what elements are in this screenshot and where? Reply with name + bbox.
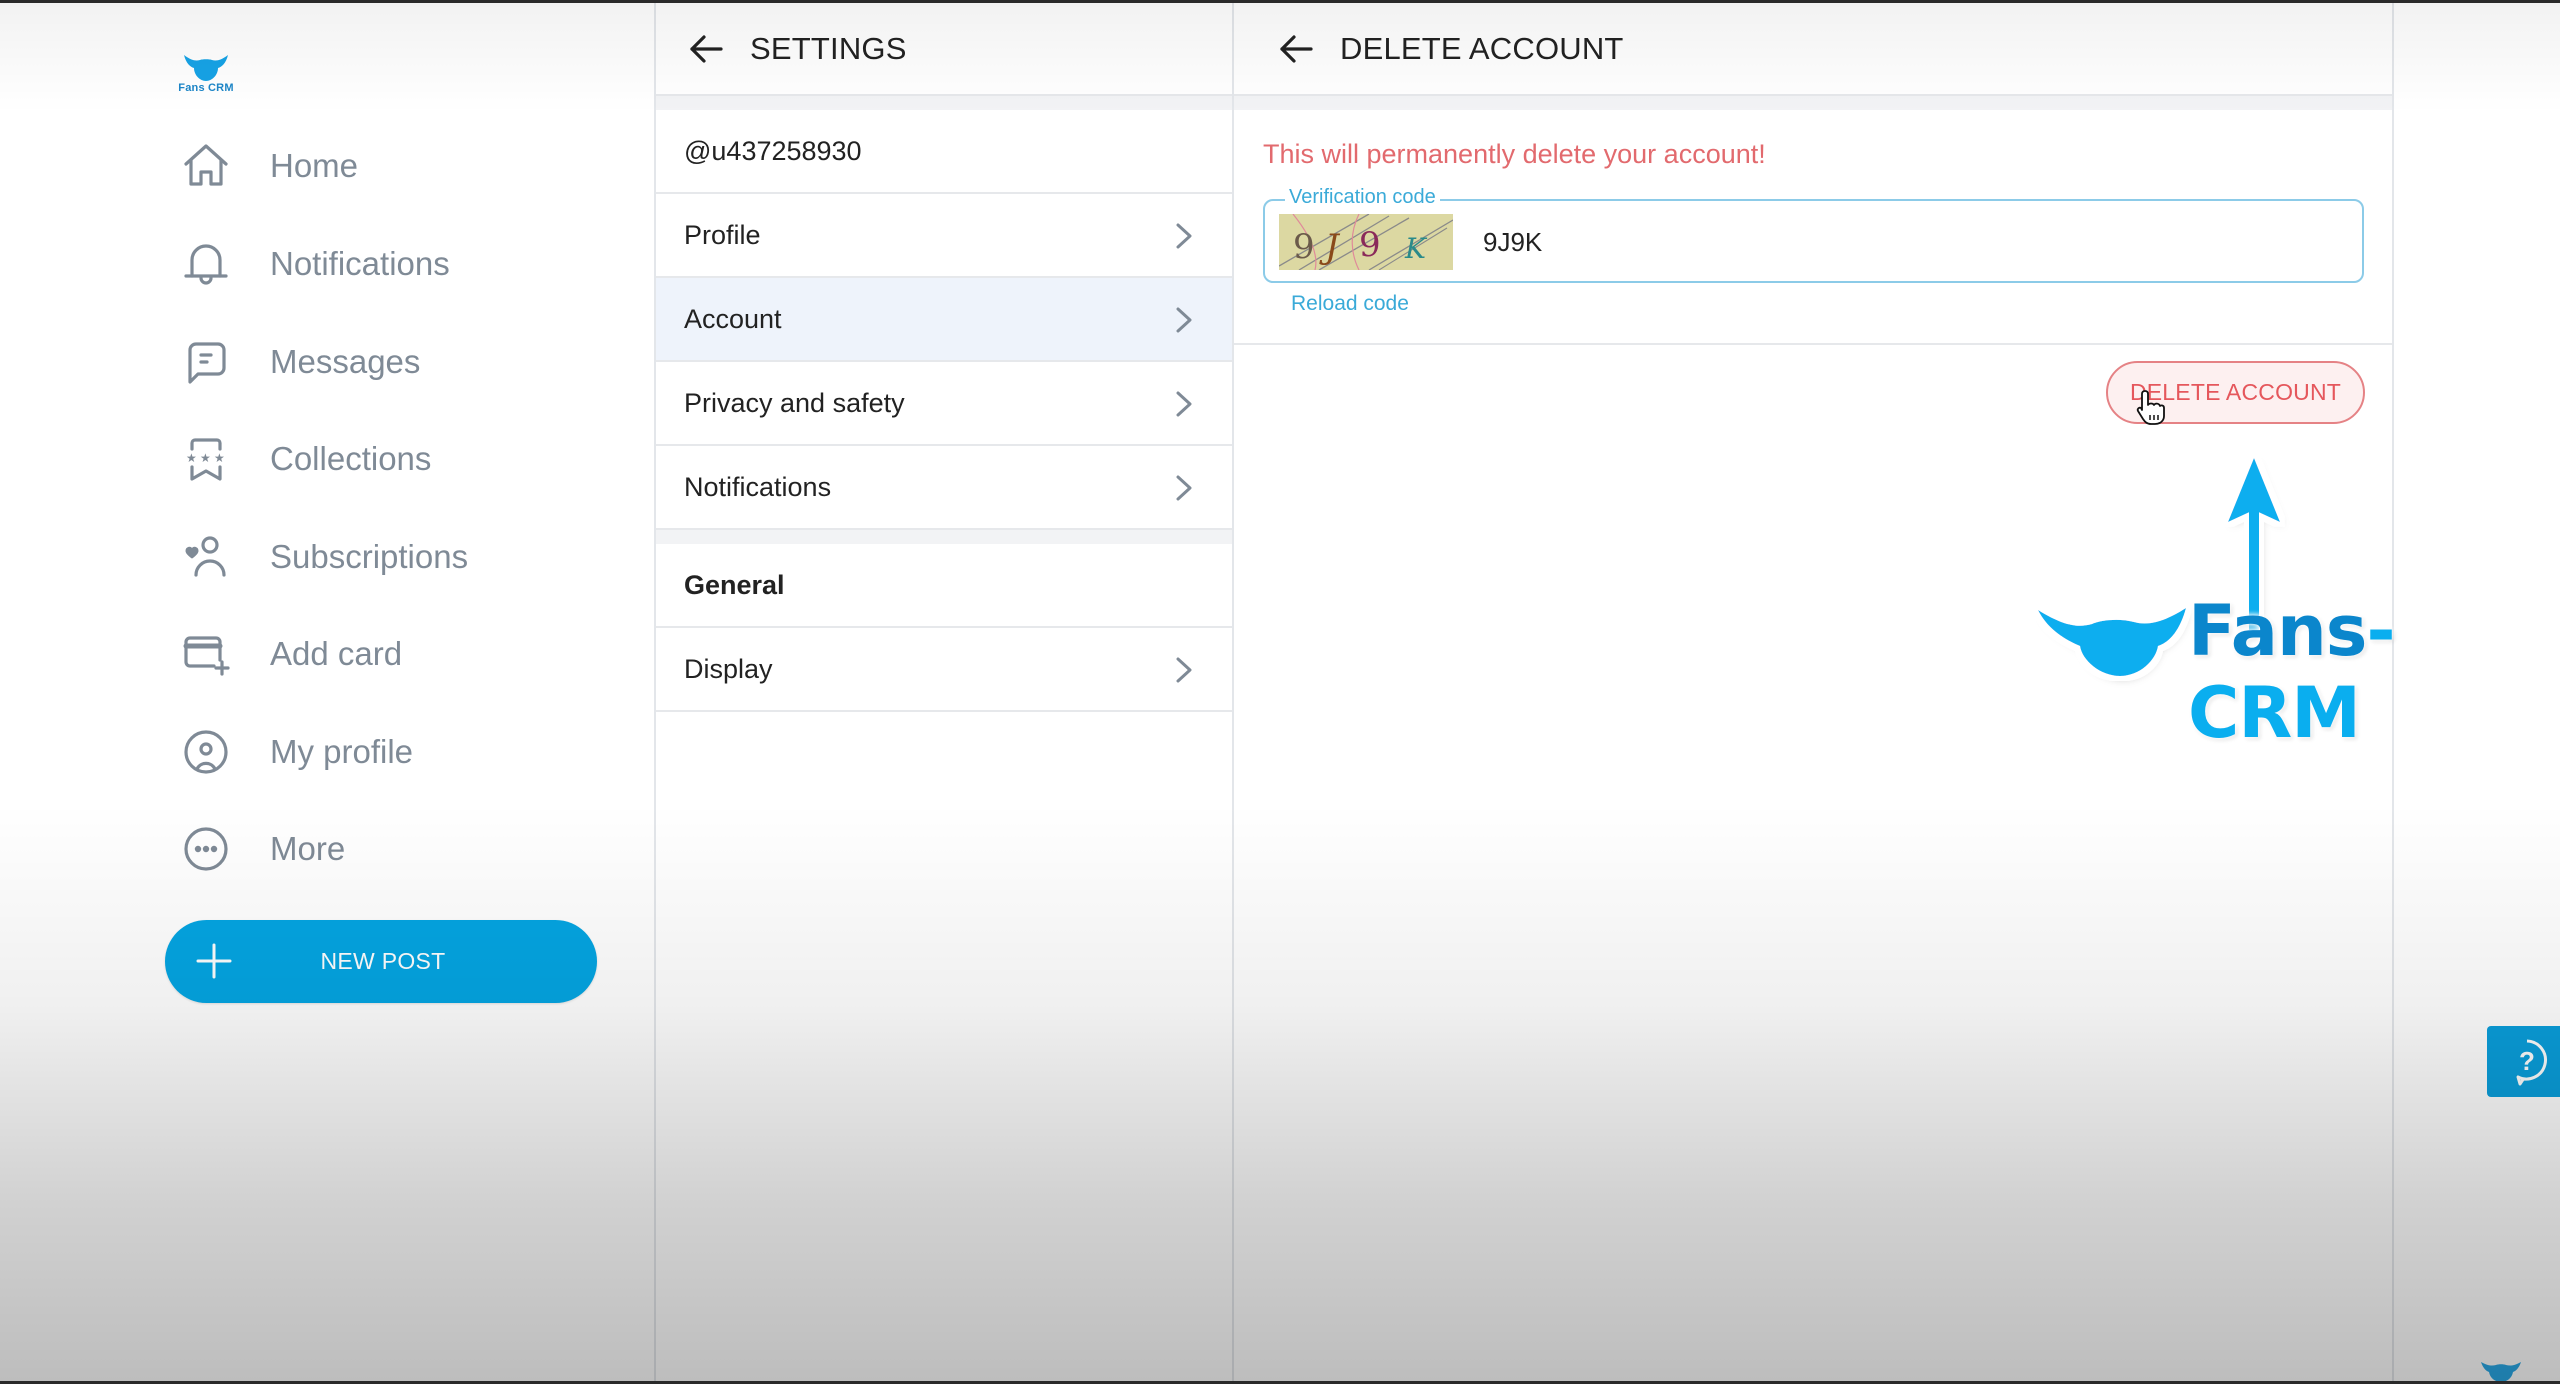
sidebar-item-add-card[interactable]: Add card — [178, 619, 598, 689]
settings-item-label: Notifications — [684, 471, 832, 502]
home-icon — [178, 138, 234, 194]
svg-text:★: ★ — [200, 451, 211, 465]
chevron-right-icon — [1176, 475, 1192, 501]
section-gap — [656, 530, 1232, 544]
sidebar-item-label: Notifications — [270, 245, 450, 282]
help-button[interactable]: ? — [2487, 1026, 2560, 1097]
subscriptions-icon — [178, 529, 234, 585]
bell-icon — [178, 236, 234, 292]
chevron-right-icon — [1176, 657, 1192, 683]
settings-title: SETTINGS — [750, 30, 907, 66]
sidebar-item-messages[interactable]: Messages — [178, 327, 598, 397]
general-heading: General — [656, 544, 1232, 628]
username: @u437258930 — [684, 135, 862, 166]
help-question-icon: ? — [2516, 1039, 2547, 1085]
captcha-char: 9 — [1293, 227, 1315, 267]
section-heading: General — [684, 569, 785, 600]
reload-code-link[interactable]: Reload code — [1291, 292, 1409, 316]
divider — [1234, 343, 2392, 345]
settings-header: SETTINGS — [656, 3, 1232, 96]
sidebar-item-my-profile[interactable]: My profile — [178, 717, 598, 787]
settings-item-privacy[interactable]: Privacy and safety — [656, 362, 1232, 446]
svg-text:★: ★ — [186, 451, 197, 465]
new-post-label: NEW POST — [320, 948, 446, 974]
new-post-button[interactable]: NEW POST — [165, 920, 597, 1003]
settings-item-label: Account — [684, 303, 782, 334]
sidebar-item-label: Collections — [270, 440, 432, 477]
settings-item-label: Profile — [684, 219, 761, 250]
captcha-char: J — [1319, 227, 1341, 267]
message-icon — [178, 334, 234, 390]
verification-code-field[interactable]: Verification code 9 J 9 K — [1263, 186, 2364, 283]
chevron-right-icon — [1176, 391, 1192, 417]
sidebar-item-label: Add card — [270, 635, 403, 672]
back-arrow-icon[interactable] — [1274, 27, 1318, 71]
section-gap — [656, 96, 1232, 110]
delete-warning: This will permanently delete your accoun… — [1263, 139, 1766, 169]
delete-account-header: DELETE ACCOUNT — [1234, 3, 2392, 96]
delete-account-title: DELETE ACCOUNT — [1340, 30, 1624, 66]
settings-item-label: Display — [684, 653, 773, 684]
sidebar: Fans CRM Home Notifications Messages ★ ★ ★… — [0, 3, 654, 1381]
settings-item-profile[interactable]: Profile — [656, 194, 1232, 278]
section-gap — [1234, 96, 2392, 110]
sidebar-item-label: Subscriptions — [270, 538, 469, 575]
captcha-image: 9 J 9 K — [1279, 214, 1453, 270]
logo-text: Fans CRM — [178, 82, 234, 94]
settings-panel: SETTINGS @u437258930 Profile Account Pri… — [654, 3, 1234, 1381]
delete-account-button[interactable]: DELETE ACCOUNT — [2106, 361, 2365, 424]
sidebar-item-collections[interactable]: ★ ★ ★ Collections — [178, 424, 598, 494]
settings-item-display[interactable]: Display — [656, 628, 1232, 712]
sidebar-item-notifications[interactable]: Notifications — [178, 229, 598, 299]
delete-account-panel: DELETE ACCOUNT This will permanently del… — [1234, 3, 2394, 1381]
svg-text:★: ★ — [214, 451, 225, 465]
collections-icon: ★ ★ ★ — [178, 431, 234, 487]
add-card-icon — [178, 626, 234, 682]
corner-logo-icon — [2481, 1362, 2521, 1382]
settings-item-account[interactable]: Account — [656, 278, 1232, 362]
sidebar-item-subscriptions[interactable]: Subscriptions — [178, 522, 598, 592]
verification-code-label: Verification code — [1285, 186, 1440, 209]
settings-item-label: Privacy and safety — [684, 387, 905, 418]
sidebar-item-home[interactable]: Home — [178, 131, 598, 201]
captcha-char: K — [1404, 232, 1428, 265]
chevron-right-icon — [1176, 223, 1192, 249]
back-arrow-icon[interactable] — [684, 27, 728, 71]
sidebar-item-more[interactable]: More — [178, 814, 598, 884]
captcha-char: 9 — [1359, 225, 1381, 265]
svg-text:?: ? — [2519, 1046, 2535, 1076]
more-icon — [178, 821, 234, 877]
username-row[interactable]: @u437258930 — [656, 110, 1232, 194]
sidebar-item-label: Home — [270, 147, 359, 184]
chevron-right-icon — [1176, 307, 1192, 333]
sidebar-item-label: My profile — [270, 733, 414, 770]
verification-code-input[interactable] — [1483, 219, 2343, 265]
sidebar-item-label: More — [270, 830, 346, 867]
profile-icon — [178, 724, 234, 780]
sidebar-item-label: Messages — [270, 343, 421, 380]
brand-logo[interactable]: Fans CRM — [178, 53, 234, 99]
settings-item-notifications[interactable]: Notifications — [656, 446, 1232, 530]
wing-heart-icon — [184, 55, 228, 81]
